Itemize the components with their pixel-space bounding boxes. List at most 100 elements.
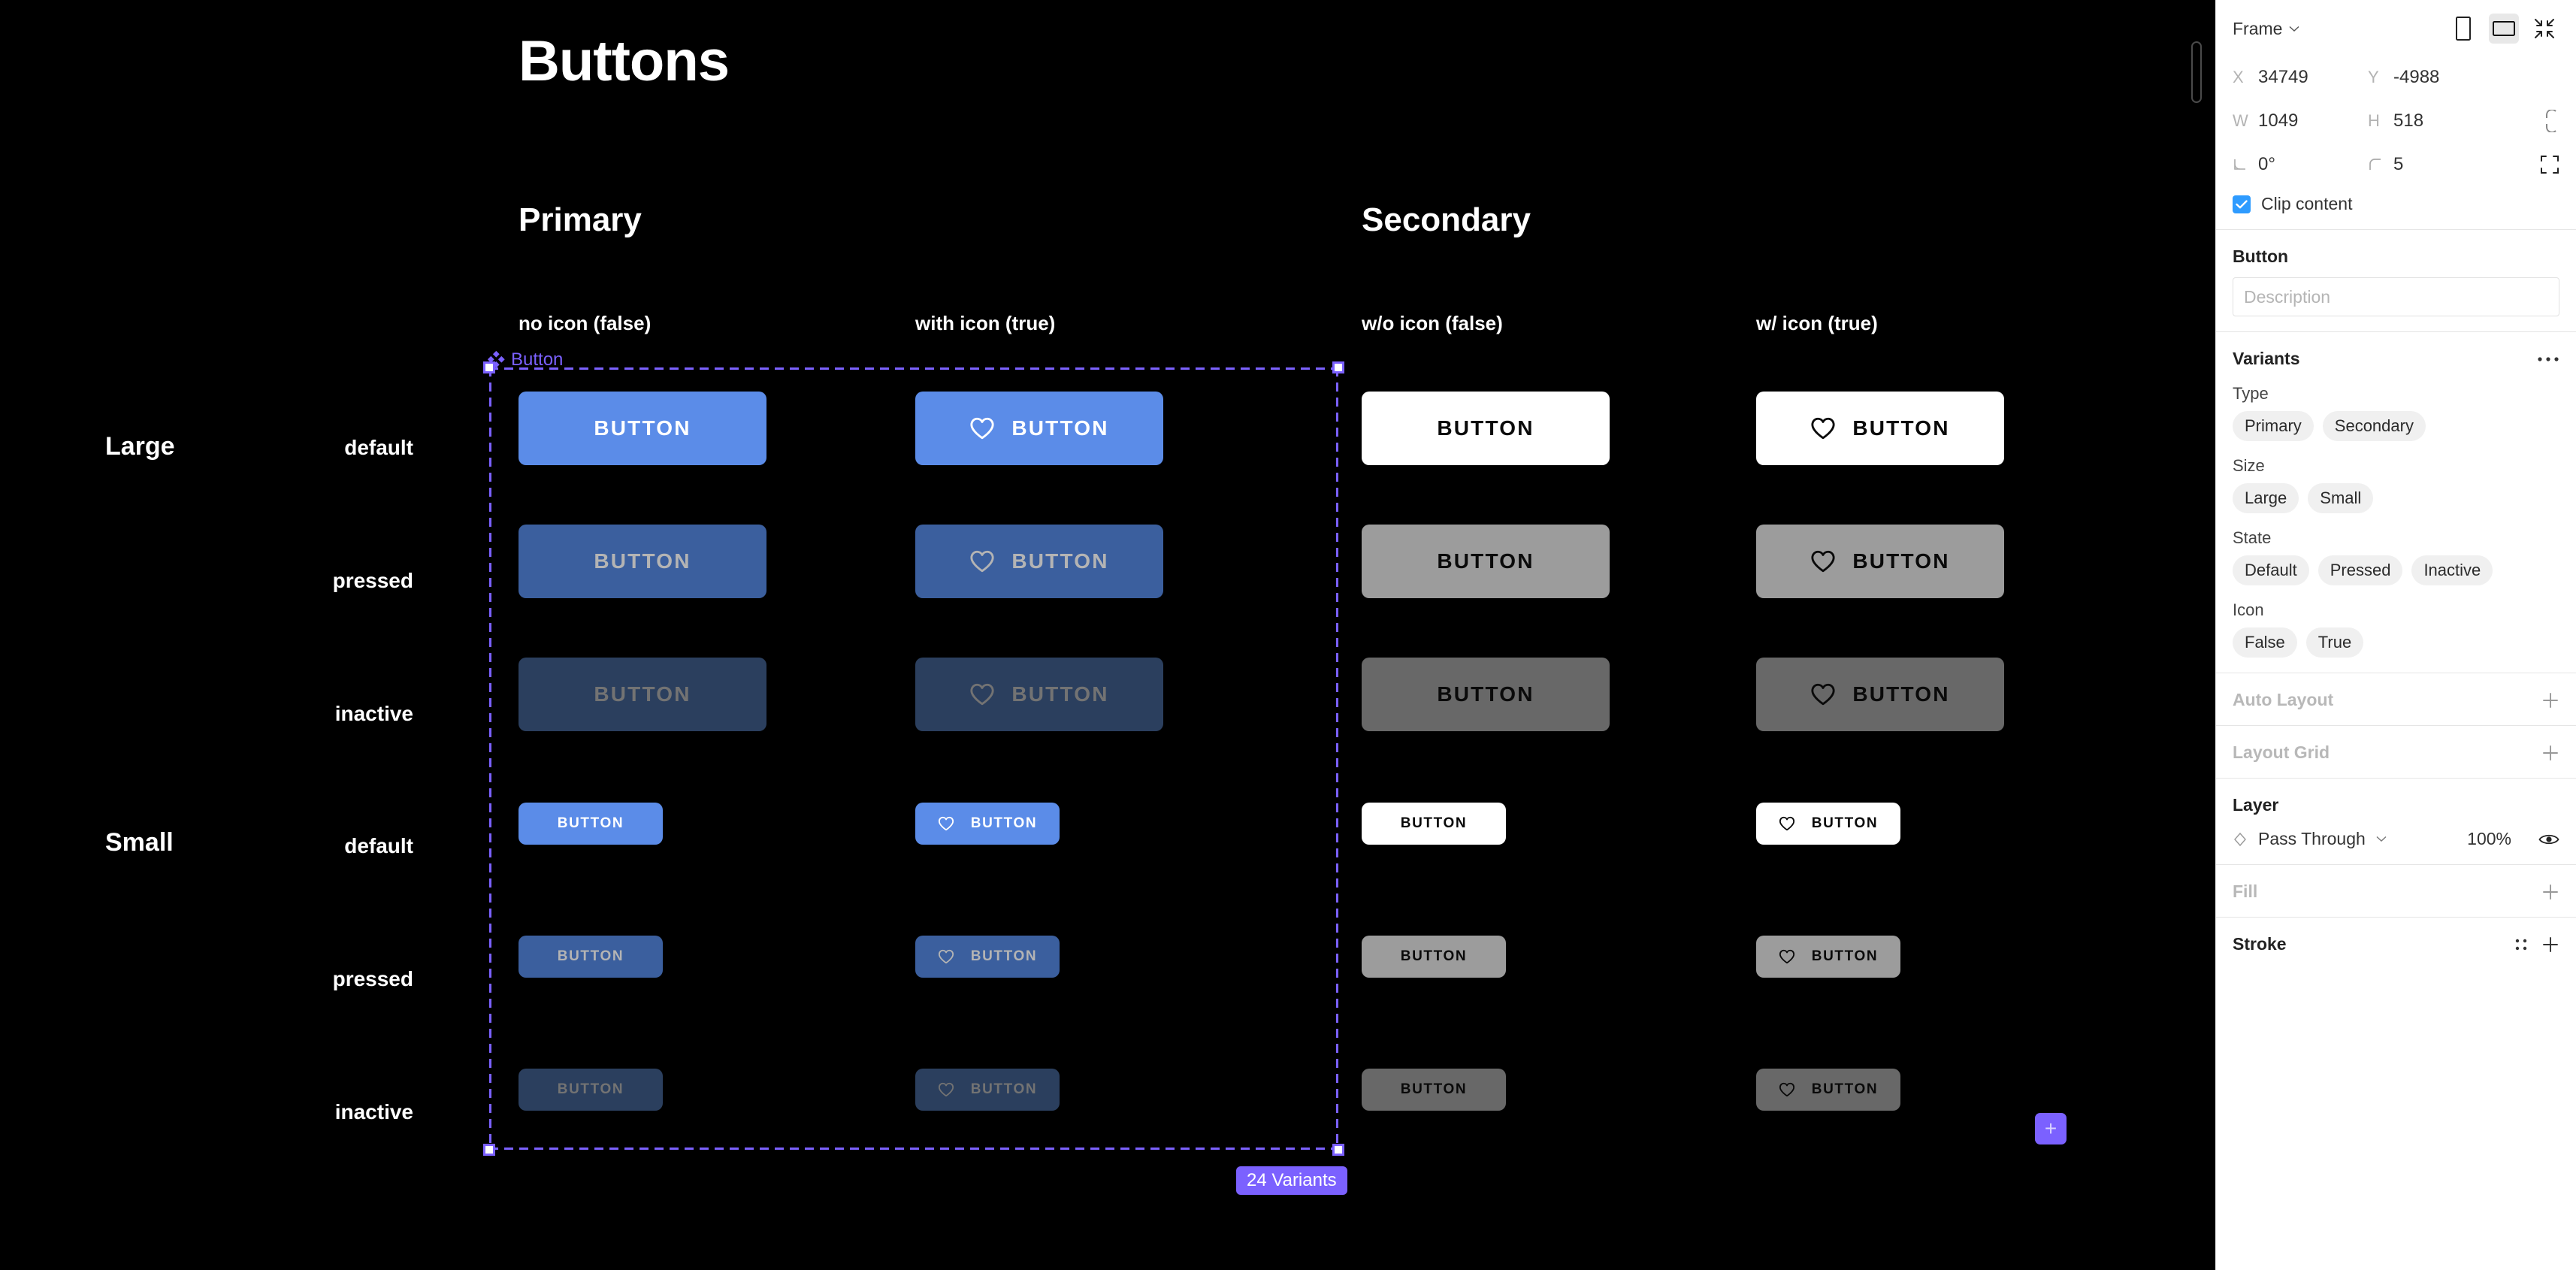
button-variant-secondary-large-default-icon-false[interactable]: BUTTON	[1362, 392, 1610, 465]
button-variant-primary-large-default-icon-true[interactable]: BUTTON	[915, 392, 1163, 465]
corner-radius-value: 5	[2393, 154, 2404, 174]
button-variant-secondary-large-pressed-icon-false[interactable]: BUTTON	[1362, 525, 1610, 598]
independent-corners-icon[interactable]	[2540, 155, 2559, 174]
fill-header: Fill	[2233, 881, 2559, 902]
button-label: BUTTON	[1437, 549, 1534, 573]
button-variant-primary-small-inactive-icon-true[interactable]: BUTTON	[915, 1069, 1060, 1111]
add-layout-grid-button[interactable]	[2541, 744, 2559, 762]
design-canvas[interactable]: Buttons Primary Secondary no icon (false…	[0, 0, 2215, 1270]
clip-content-checkbox[interactable]	[2233, 195, 2251, 213]
button-variant-secondary-small-pressed-icon-true[interactable]: BUTTON	[1756, 936, 1900, 978]
button-variant-primary-large-pressed-icon-false[interactable]: BUTTON	[519, 525, 766, 598]
stroke-style-icon[interactable]	[2513, 936, 2529, 953]
variants-more-icon[interactable]	[2537, 356, 2559, 362]
object-type-dropdown[interactable]: Frame	[2233, 19, 2299, 39]
add-variant-button[interactable]: +	[2035, 1113, 2067, 1145]
button-label: BUTTON	[557, 815, 624, 831]
rotation-icon	[2233, 157, 2258, 172]
w-field[interactable]: W 1049	[2233, 110, 2368, 132]
layer-opacity-value[interactable]: 100%	[2467, 829, 2511, 849]
selection-edge-top	[489, 367, 1338, 370]
figma-window: Buttons Primary Secondary no icon (false…	[0, 0, 2576, 1270]
button-variant-primary-large-pressed-icon-true[interactable]: BUTTON	[915, 525, 1163, 598]
layer-header: Layer	[2233, 795, 2559, 815]
button-variant-primary-large-default-icon-false[interactable]: BUTTON	[519, 392, 766, 465]
variant-chip-small[interactable]: Small	[2308, 483, 2374, 513]
variant-chip-secondary[interactable]: Secondary	[2322, 411, 2426, 441]
w-field-label: W	[2233, 111, 2248, 130]
heart-icon	[938, 948, 954, 965]
button-label: BUTTON	[1811, 815, 1879, 831]
chevron-down-icon[interactable]	[2376, 836, 2387, 842]
portrait-orientation-icon[interactable]	[2448, 14, 2478, 44]
w-field-value: 1049	[2258, 110, 2299, 131]
variant-chip-pressed[interactable]: Pressed	[2317, 555, 2403, 585]
y-field[interactable]: Y -4988	[2368, 67, 2503, 88]
button-variant-primary-large-inactive-icon-false[interactable]: BUTTON	[519, 658, 766, 731]
button-variant-secondary-small-pressed-icon-false[interactable]: BUTTON	[1362, 936, 1506, 978]
variant-chip-false[interactable]: False	[2233, 627, 2297, 658]
button-label: BUTTON	[557, 948, 624, 964]
add-fill-button[interactable]	[2541, 883, 2559, 901]
canvas-vertical-scrollbar[interactable]	[2191, 41, 2202, 103]
rotation-field[interactable]: 0°	[2233, 154, 2368, 175]
x-field[interactable]: X 34749	[2233, 67, 2368, 88]
button-label: BUTTON	[1011, 682, 1109, 706]
corner-radius-field[interactable]: 5	[2368, 154, 2503, 175]
button-label: BUTTON	[1852, 682, 1950, 706]
component-set-name: Button	[511, 349, 564, 370]
variant-chip-large[interactable]: Large	[2233, 483, 2299, 513]
button-variant-secondary-large-inactive-icon-true[interactable]: BUTTON	[1756, 658, 2004, 731]
button-variant-secondary-large-default-icon-true[interactable]: BUTTON	[1756, 392, 2004, 465]
variant-property-name-type: Type	[2233, 384, 2269, 403]
properties-panel: Frame X 34749 Y -4988 W 1049 H 518 0° 5 …	[2215, 0, 2576, 1270]
state-label-small-pressed: pressed	[332, 967, 413, 990]
size-row: W 1049 H 518	[2233, 99, 2559, 143]
button-label: BUTTON	[1852, 416, 1950, 440]
button-variant-primary-small-default-icon-false[interactable]: BUTTON	[519, 803, 663, 845]
variant-chip-primary[interactable]: Primary	[2233, 411, 2314, 441]
h-field-label: H	[2368, 111, 2380, 130]
visibility-eye-icon[interactable]	[2522, 832, 2559, 847]
landscape-orientation-icon[interactable]	[2489, 14, 2519, 44]
selection-handle-bottom-right[interactable]	[1332, 1144, 1344, 1156]
selection-handle-bottom-left[interactable]	[483, 1144, 495, 1156]
button-variant-secondary-small-inactive-icon-true[interactable]: BUTTON	[1756, 1069, 1900, 1111]
button-variant-primary-large-inactive-icon-true[interactable]: BUTTON	[915, 658, 1163, 731]
variant-chip-default[interactable]: Default	[2233, 555, 2309, 585]
selection-handle-top-right[interactable]	[1332, 361, 1344, 373]
constrain-proportions-icon[interactable]	[2543, 110, 2559, 132]
component-set-badge[interactable]: Button	[487, 349, 563, 370]
button-variant-primary-small-inactive-icon-false[interactable]: BUTTON	[519, 1069, 663, 1111]
button-variant-secondary-small-default-icon-false[interactable]: BUTTON	[1362, 803, 1506, 845]
button-label: BUTTON	[1437, 682, 1534, 706]
layout-grid-title: Layout Grid	[2233, 742, 2330, 762]
auto-layout-title: Auto Layout	[2233, 690, 2334, 709]
button-variant-secondary-small-inactive-icon-false[interactable]: BUTTON	[1362, 1069, 1506, 1111]
transform-fields: X 34749 Y -4988 W 1049 H 518 0° 5	[2216, 51, 2576, 189]
button-variant-primary-small-pressed-icon-true[interactable]: BUTTON	[915, 936, 1060, 978]
heart-icon	[938, 815, 954, 832]
h-field[interactable]: H 518	[2368, 110, 2503, 132]
description-input[interactable]: Description	[2233, 277, 2559, 316]
collapse-icon[interactable]	[2529, 14, 2559, 44]
button-variant-secondary-small-default-icon-true[interactable]: BUTTON	[1756, 803, 1900, 845]
add-stroke-button[interactable]	[2541, 936, 2559, 954]
variant-property-values-icon: False True	[2233, 627, 2559, 658]
fill-title: Fill	[2233, 881, 2258, 901]
button-variant-secondary-large-inactive-icon-false[interactable]: BUTTON	[1362, 658, 1610, 731]
blend-mode-dropdown[interactable]: Pass Through	[2258, 829, 2366, 849]
component-diamond-icon	[487, 351, 505, 369]
button-variant-secondary-large-pressed-icon-true[interactable]: BUTTON	[1756, 525, 2004, 598]
auto-layout-header: Auto Layout	[2233, 690, 2559, 710]
add-auto-layout-button[interactable]	[2541, 691, 2559, 709]
button-variant-primary-small-default-icon-true[interactable]: BUTTON	[915, 803, 1060, 845]
variant-chip-inactive[interactable]: Inactive	[2411, 555, 2493, 585]
variant-properties: Type Primary Secondary Size Large Small State D…	[2233, 384, 2559, 658]
rotation-radius-row: 0° 5	[2233, 143, 2559, 186]
heart-icon	[969, 416, 995, 441]
variant-chip-true[interactable]: True	[2305, 627, 2364, 658]
layout-grid-section: Layout Grid	[2216, 726, 2576, 778]
button-variant-primary-small-pressed-icon-false[interactable]: BUTTON	[519, 936, 663, 978]
clip-content-row[interactable]: Clip content	[2216, 189, 2576, 229]
